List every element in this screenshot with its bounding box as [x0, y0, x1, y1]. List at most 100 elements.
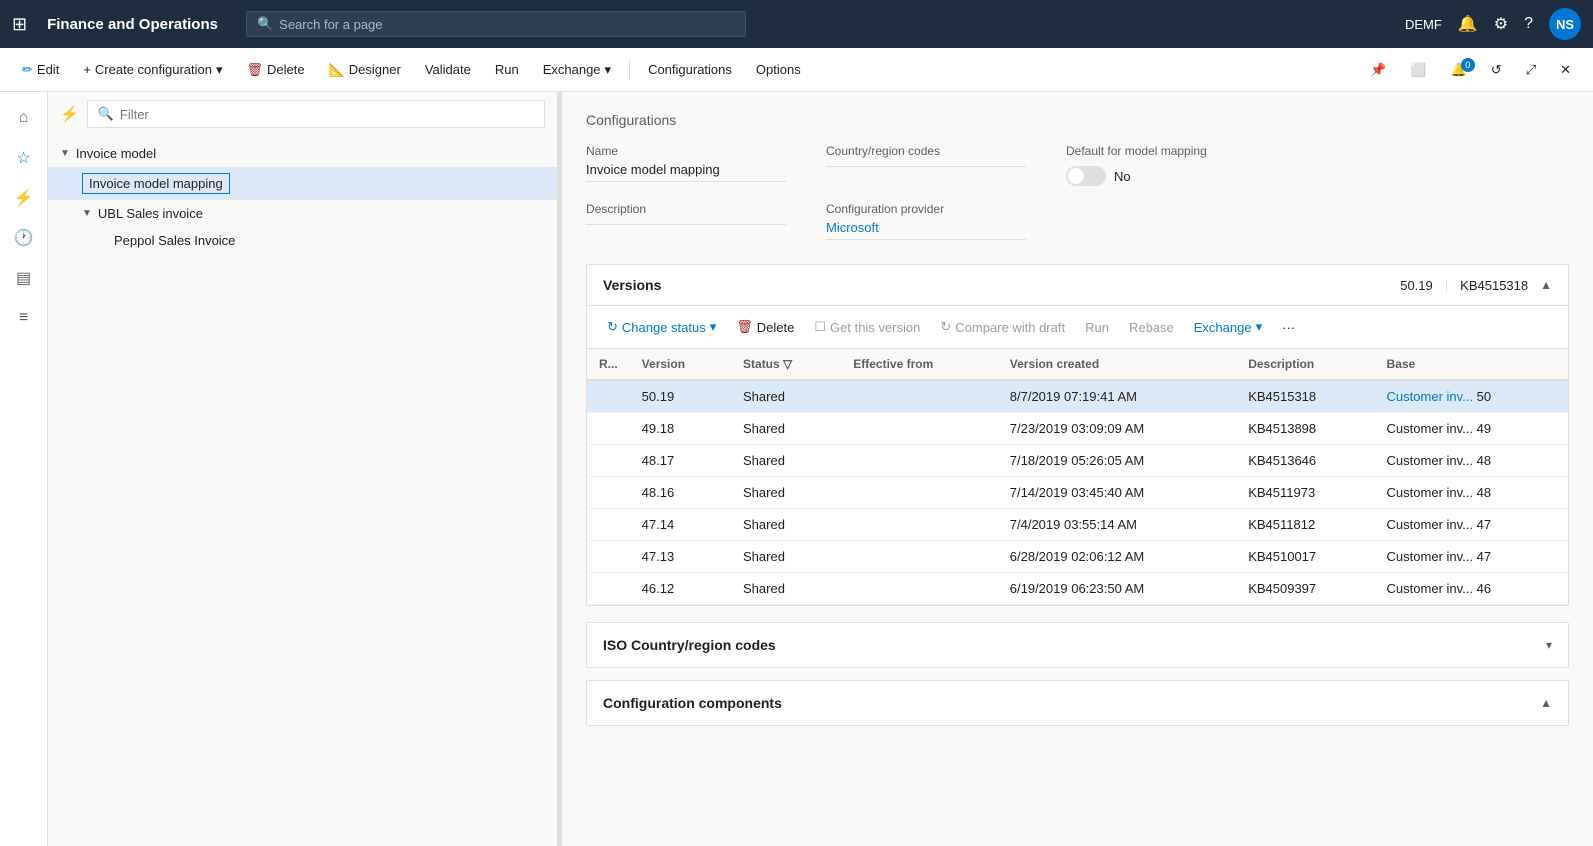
- col-base: Customer inv... 47: [1375, 541, 1568, 573]
- waffle-icon[interactable]: ⊞: [12, 14, 27, 35]
- base-num: 50: [1473, 389, 1491, 404]
- create-config-button[interactable]: + Create configuration ▾: [73, 56, 232, 84]
- col-r: [587, 477, 630, 509]
- refresh-button[interactable]: ↺: [1481, 56, 1512, 84]
- run-ver-button[interactable]: Run: [1077, 315, 1117, 340]
- clock-icon[interactable]: 🕐: [6, 220, 42, 256]
- dropdown-icon: ▾: [216, 62, 223, 78]
- pin-button[interactable]: 📌: [1360, 56, 1396, 84]
- tree-item-invoice-model-mapping[interactable]: Invoice model mapping: [48, 167, 557, 200]
- notification-badge-button[interactable]: 🔔 0: [1441, 56, 1477, 84]
- base-link: Customer inv...: [1387, 517, 1473, 532]
- config-components-header[interactable]: Configuration components ▲: [587, 681, 1568, 725]
- app-title: Finance and Operations: [47, 16, 218, 33]
- col-effective-from: [841, 541, 998, 573]
- change-status-button[interactable]: ↻ Change status ▾: [599, 314, 724, 340]
- exchange-button[interactable]: Exchange ▾: [533, 56, 621, 84]
- validate-button[interactable]: Validate: [415, 56, 481, 83]
- open-button[interactable]: ⤢: [1516, 56, 1546, 84]
- close-button[interactable]: ✕: [1550, 56, 1581, 84]
- col-version: 48.17: [630, 445, 731, 477]
- table-row[interactable]: 50.19Shared8/7/2019 07:19:41 AMKB4515318…: [587, 380, 1568, 413]
- calendar-icon[interactable]: ▤: [6, 260, 42, 296]
- help-icon[interactable]: ?: [1524, 15, 1533, 33]
- run-ver-label: Run: [1085, 320, 1109, 335]
- configurations-button[interactable]: Configurations: [638, 56, 742, 83]
- delete-button[interactable]: 🗑 Delete: [237, 56, 315, 84]
- user-label: DEMF: [1405, 17, 1442, 32]
- table-row[interactable]: 47.14Shared7/4/2019 03:55:14 AMKB4511812…: [587, 509, 1568, 541]
- search-placeholder: Search for a page: [279, 17, 382, 32]
- filter-icon-panel[interactable]: ⚡: [60, 105, 79, 123]
- country-label: Country/region codes: [826, 144, 1026, 158]
- validate-label: Validate: [425, 62, 471, 77]
- compare-label: Compare with draft: [955, 320, 1065, 335]
- col-version-created[interactable]: Version created: [998, 349, 1236, 380]
- col-version[interactable]: Version: [630, 349, 731, 380]
- filter-icon-status: ▽: [783, 357, 792, 371]
- table-row[interactable]: 48.16Shared7/14/2019 03:45:40 AMKB451197…: [587, 477, 1568, 509]
- avatar[interactable]: NS: [1549, 8, 1581, 40]
- tree-item-ubl-sales[interactable]: ▼ UBL Sales invoice: [48, 200, 557, 227]
- home-icon[interactable]: ⌂: [6, 100, 42, 136]
- tree-item-invoice-model[interactable]: ▼ Invoice model: [48, 140, 557, 167]
- form-row-2: Description Configuration provider Micro…: [586, 202, 1569, 240]
- col-effective-from[interactable]: Effective from: [841, 349, 998, 380]
- more-button[interactable]: ···: [1274, 315, 1303, 340]
- col-description: KB4509397: [1236, 573, 1374, 605]
- layout-button[interactable]: ⬜: [1400, 56, 1436, 84]
- base-link[interactable]: Customer inv...: [1387, 389, 1473, 404]
- col-effective-from: [841, 477, 998, 509]
- notification-icon[interactable]: 🔔: [1458, 14, 1478, 34]
- exchange-ver-button[interactable]: Exchange ▾: [1186, 314, 1270, 340]
- delete-ver-button[interactable]: 🗑 Delete: [728, 314, 802, 340]
- get-version-button[interactable]: ☐ Get this version: [806, 314, 928, 340]
- tree-label-peppol: Peppol Sales Invoice: [114, 233, 235, 248]
- table-row[interactable]: 46.12Shared6/19/2019 06:23:50 AMKB450939…: [587, 573, 1568, 605]
- table-scroll: R... Version Status ▽ Effective from Ver…: [587, 349, 1568, 605]
- col-version-created: 7/14/2019 03:45:40 AM: [998, 477, 1236, 509]
- form-row-1: Name Invoice model mapping Country/regio…: [586, 144, 1569, 186]
- base-num: 47: [1473, 517, 1491, 532]
- main-layout: ⌂ ☆ ⚡ 🕐 ▤ ≡ ⚡ 🔍 ▼ Invoice model Invoice …: [0, 92, 1593, 846]
- iso-section: ISO Country/region codes ▾: [586, 622, 1569, 668]
- designer-button[interactable]: 📐 Designer: [319, 56, 411, 84]
- table-row[interactable]: 47.13Shared6/28/2019 02:06:12 AMKB451001…: [587, 541, 1568, 573]
- versions-header: Versions 50.19 | KB4515318 ▲: [587, 265, 1568, 306]
- tree-item-peppol[interactable]: Peppol Sales Invoice: [48, 227, 557, 254]
- badge: 0: [1461, 58, 1475, 72]
- table-row[interactable]: 49.18Shared7/23/2019 03:09:09 AMKB451389…: [587, 413, 1568, 445]
- table-row[interactable]: 48.17Shared7/18/2019 05:26:05 AMKB451364…: [587, 445, 1568, 477]
- provider-value[interactable]: Microsoft: [826, 220, 1026, 240]
- filter-input-container[interactable]: 🔍: [87, 100, 545, 128]
- iso-header[interactable]: ISO Country/region codes ▾: [587, 623, 1568, 667]
- iso-title: ISO Country/region codes: [603, 637, 776, 653]
- get-version-label: Get this version: [830, 320, 920, 335]
- col-description[interactable]: Description: [1236, 349, 1374, 380]
- col-base: Customer inv... 48: [1375, 477, 1568, 509]
- run-button[interactable]: Run: [485, 56, 529, 83]
- compare-draft-button[interactable]: ↻ Compare with draft: [932, 314, 1073, 340]
- col-status: Shared: [731, 380, 841, 413]
- rebase-button[interactable]: Rebase: [1121, 315, 1182, 340]
- col-r: [587, 445, 630, 477]
- base-link: Customer inv...: [1387, 421, 1473, 436]
- list-icon[interactable]: ≡: [6, 300, 42, 336]
- default-toggle[interactable]: [1066, 166, 1106, 186]
- settings-icon[interactable]: ⚙: [1494, 14, 1508, 34]
- col-status[interactable]: Status ▽: [731, 349, 841, 380]
- edit-label: Edit: [37, 62, 59, 77]
- col-base[interactable]: Base: [1375, 349, 1568, 380]
- configurations-label: Configurations: [648, 62, 732, 77]
- search-bar[interactable]: 🔍 Search for a page: [246, 11, 746, 37]
- filter-icon[interactable]: ⚡: [6, 180, 42, 216]
- collapse-icon[interactable]: ▲: [1540, 278, 1552, 292]
- default-label: Default for model mapping: [1066, 144, 1207, 158]
- col-r: [587, 380, 630, 413]
- edit-button[interactable]: ✏ Edit: [12, 56, 69, 84]
- filter-input-field[interactable]: [120, 107, 534, 122]
- col-status: Shared: [731, 445, 841, 477]
- star-icon[interactable]: ☆: [6, 140, 42, 176]
- tree-arrow-down: ▼: [60, 148, 70, 159]
- options-button[interactable]: Options: [746, 56, 811, 83]
